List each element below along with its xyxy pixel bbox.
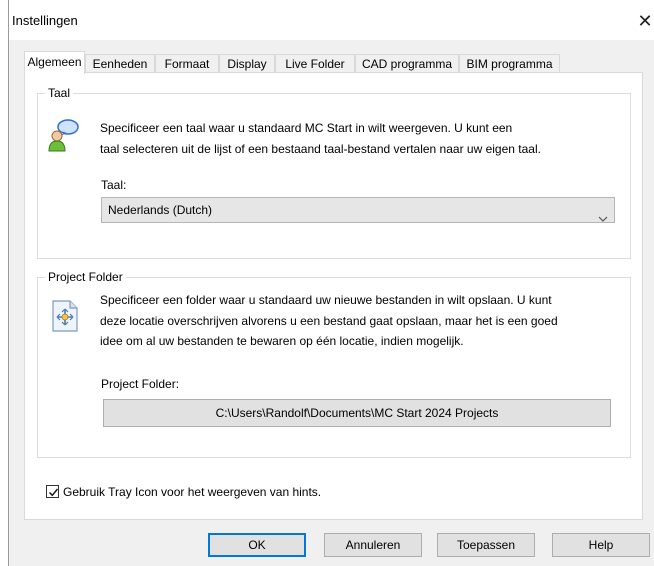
tab-bim-programma[interactable]: BIM programma: [459, 54, 560, 74]
title-bar: Instellingen ✕: [9, 0, 654, 40]
tab-formaat[interactable]: Formaat: [155, 54, 219, 74]
checkmark-icon: [49, 488, 59, 497]
language-group: Taal: [37, 86, 631, 259]
settings-dialog: Instellingen ✕ Algemeen Eenheden Formaat…: [8, 0, 654, 566]
tab-eenheden[interactable]: Eenheden: [85, 54, 155, 74]
tray-icon-checkbox[interactable]: [46, 485, 59, 498]
language-dropdown-value: Nederlands (Dutch): [108, 203, 213, 217]
ok-button[interactable]: OK: [208, 533, 306, 557]
project-folder-description-line-3: idee om al uw bestanden te bewaren op éé…: [100, 334, 464, 348]
language-users-icon: [47, 119, 81, 156]
tab-page-algemeen: Taal Specificeer een taal waar u standaa…: [24, 72, 643, 520]
language-description-line-1: Specificeer een taal waar u standaard MC…: [100, 121, 513, 135]
apply-button[interactable]: Toepassen: [437, 533, 535, 557]
language-description: Specificeer een taal waar u standaard MC…: [100, 118, 620, 159]
close-icon: ✕: [637, 11, 653, 31]
close-button[interactable]: ✕: [635, 8, 654, 34]
tab-strip: Algemeen Eenheden Formaat Display Live F…: [24, 51, 644, 74]
window-title: Instellingen: [12, 13, 78, 28]
project-folder-description-line-2: deze locatie overschrijven alvorens u ee…: [100, 313, 558, 328]
project-folder-path-button[interactable]: C:\Users\Randolf\Documents\MC Start 2024…: [103, 399, 611, 427]
project-folder-description: Specificeer een folder waar u standaard …: [100, 290, 625, 352]
project-folder-group-legend: Project Folder: [48, 270, 123, 284]
language-field-label: Taal:: [101, 178, 127, 192]
tab-live-folder[interactable]: Live Folder: [275, 54, 355, 74]
tab-cad-programma[interactable]: CAD programma: [355, 54, 459, 74]
project-folder-field-label: Project Folder:: [101, 377, 180, 391]
tab-algemeen[interactable]: Algemeen: [24, 51, 85, 74]
cancel-button[interactable]: Annuleren: [324, 533, 422, 557]
project-folder-description-line-1: Specificeer een folder waar u standaard …: [100, 293, 552, 307]
language-group-legend: Taal: [48, 86, 71, 100]
language-dropdown[interactable]: Nederlands (Dutch): [101, 197, 615, 223]
help-button[interactable]: Help: [552, 533, 650, 557]
chevron-down-icon: [598, 206, 608, 230]
tab-display[interactable]: Display: [219, 54, 275, 74]
tray-icon-label: Gebruik Tray Icon voor het weergeven van…: [63, 485, 322, 499]
folder-document-icon: [51, 299, 79, 336]
language-description-line-2: taal selecteren uit de lijst of een best…: [100, 141, 541, 156]
